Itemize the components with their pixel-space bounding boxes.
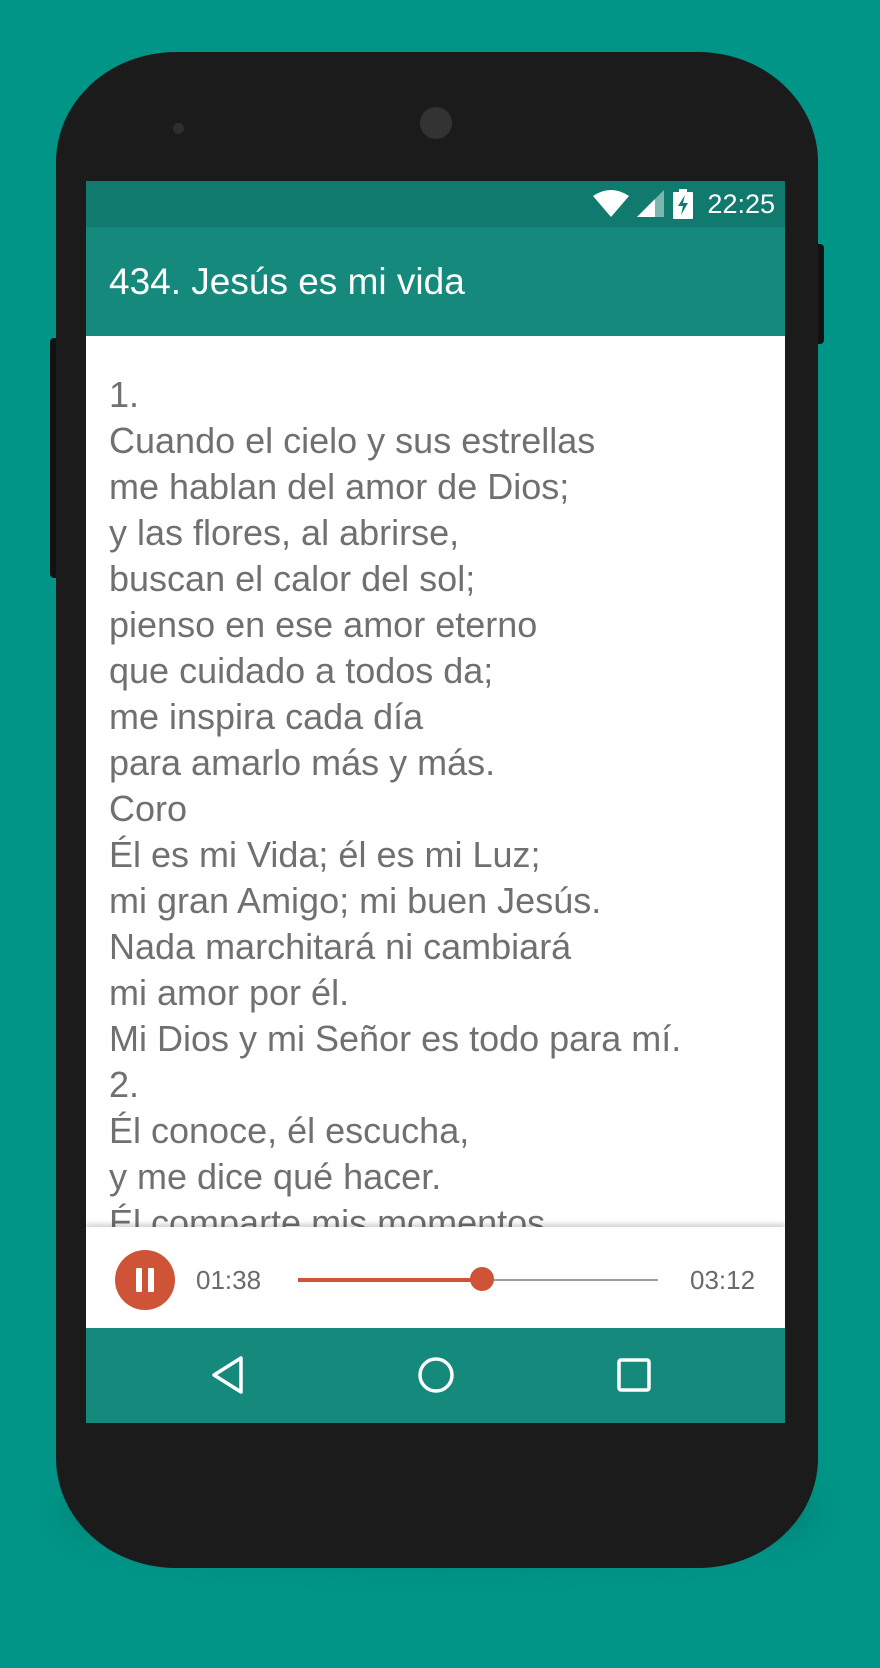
pause-icon-bar	[148, 1268, 154, 1292]
progress-thumb[interactable]	[469, 1267, 494, 1291]
progress-fill	[298, 1278, 482, 1282]
home-icon	[418, 1357, 454, 1393]
app-bar: 434. Jesús es mi vida	[86, 227, 785, 336]
lyric-line: Nada marchitará ni cambiará	[109, 926, 572, 967]
lyric-line: pienso en ese amor eterno	[109, 604, 538, 645]
status-time: 22:25	[707, 188, 775, 219]
battery-charging-icon	[673, 189, 694, 219]
lyric-line: 2.	[109, 1064, 140, 1105]
lyric-line: buscan el calor del sol;	[109, 558, 476, 599]
recents-button[interactable]	[609, 1350, 659, 1400]
lyric-line: Él conoce, él escucha,	[109, 1110, 470, 1151]
wifi-icon	[593, 190, 630, 217]
page-title: 434. Jesús es mi vida	[109, 261, 465, 302]
lyric-line: que cuidado a todos da;	[109, 650, 494, 691]
back-icon	[212, 1356, 243, 1394]
lyric-line: me hablan del amor de Dios;	[109, 466, 570, 507]
cell-signal-icon	[637, 190, 665, 217]
lyric-line: Mi Dios y mi Señor es todo para mí.	[109, 1018, 682, 1059]
front-camera	[420, 107, 452, 139]
lyric-line: 1.	[109, 374, 140, 415]
pause-icon	[136, 1268, 142, 1292]
progress-slider[interactable]	[298, 1267, 658, 1291]
status-bar: 22:25	[86, 181, 785, 227]
lyric-line: mi gran Amigo; mi buen Jesús.	[109, 880, 602, 921]
sensor-dot	[173, 123, 184, 134]
lyric-line: y me dice qué hacer.	[109, 1156, 442, 1197]
lyric-line: y las flores, al abrirse,	[109, 512, 460, 553]
lyric-line: me inspira cada día	[109, 696, 424, 737]
lyric-line: para amarlo más y más.	[109, 742, 496, 783]
total-time: 03:12	[690, 1265, 756, 1295]
lyric-line: Él es mi Vida; él es mi Luz;	[109, 834, 541, 875]
pause-button[interactable]	[115, 1250, 175, 1310]
current-time: 01:38	[196, 1265, 262, 1295]
back-button[interactable]	[204, 1350, 254, 1400]
status-icons: 22:25	[593, 189, 775, 219]
lyric-line: Coro	[109, 788, 188, 829]
audio-player: 01:38 03:12	[86, 1227, 785, 1328]
lyric-line: Cuando el cielo y sus estrellas	[109, 420, 596, 461]
phone-screen: 22:25 434. Jesús es mi vida 1. Cuando el …	[86, 181, 785, 1423]
recents-icon	[617, 1358, 651, 1392]
navigation-bar	[86, 1328, 785, 1423]
home-button[interactable]	[411, 1350, 461, 1400]
lyrics-text: 1. Cuando el cielo y sus estrellas me habl…	[109, 372, 681, 1246]
lyric-line: mi amor por él.	[109, 972, 350, 1013]
